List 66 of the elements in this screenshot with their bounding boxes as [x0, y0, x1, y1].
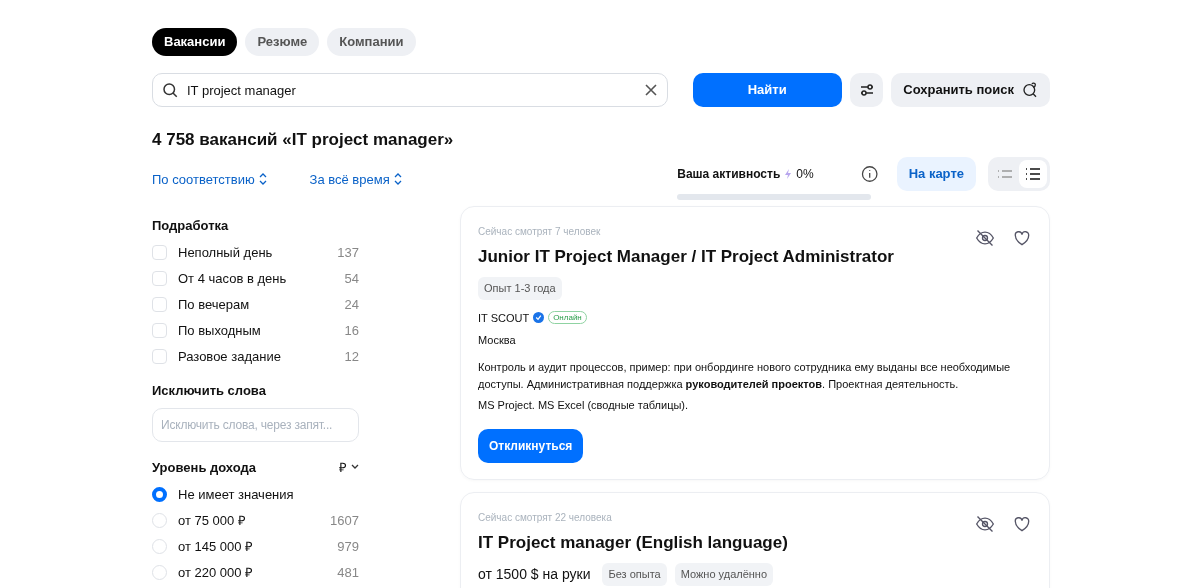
filter-option[interactable]: Не имеет значения [178, 484, 359, 505]
filter-option[interactable]: По выходным [178, 320, 345, 341]
chevron-icon [351, 464, 359, 471]
description: MS Project. MS Excel (сводные таблицы). [478, 397, 690, 413]
filter-option[interactable]: По вечерам [178, 294, 345, 315]
filter-option[interactable]: от 145 000 ₽ [178, 536, 338, 557]
nav-tab[interactable]: Вакансии [152, 28, 238, 56]
updown-icon [393, 173, 402, 186]
city: Москва [478, 333, 517, 348]
option-count: 54 [344, 269, 359, 288]
filter-option[interactable]: Неполный день [178, 242, 338, 263]
sort-dropdown[interactable]: По соответствию [152, 169, 310, 189]
option-count: 24 [344, 295, 359, 314]
option-count: 1607 [330, 511, 359, 530]
hidden-eye-icon[interactable] [975, 227, 995, 248]
vacancy-title[interactable]: IT Project manager (English language) [478, 529, 975, 555]
info-icon[interactable] [861, 164, 879, 183]
checkbox[interactable] [152, 245, 167, 260]
filter-option[interactable]: от 75 000 ₽ [178, 510, 331, 531]
activity-reading: 0% [796, 165, 814, 183]
checkbox[interactable] [152, 297, 167, 312]
radio-button[interactable] [152, 487, 167, 502]
option-count: 979 [337, 537, 359, 556]
search-field[interactable]: IT project manager [152, 73, 668, 107]
vacancy-title[interactable]: Junior IT Project Manager / IT Project Administrator [478, 243, 975, 269]
tag: Опыт 1-3 года [478, 277, 562, 300]
filter-title: Подработка [152, 216, 230, 235]
tag: Без опыта [602, 563, 667, 586]
viewers-note: Сейчас смотрят 22 человека [478, 510, 613, 525]
option-count: 16 [344, 321, 359, 340]
exclude-words-field[interactable]: Исключить слова, через запят... [152, 407, 359, 442]
currency-dropdown[interactable]: ₽ [339, 457, 359, 477]
sliders-icon [858, 82, 875, 98]
filter-option[interactable]: От 4 часов в день [178, 268, 345, 289]
updown-icon [258, 173, 267, 186]
filter-title: Исключить слова [152, 382, 267, 400]
list-icon [1025, 166, 1041, 181]
filter-title: Уровень дохода [152, 458, 257, 477]
filter-button[interactable] [849, 73, 884, 107]
option-count: 137 [337, 243, 359, 262]
salary: от 1500 $ на руки [478, 564, 591, 584]
nav-tab[interactable]: Компании [327, 28, 416, 56]
tag: Можно удалённо [674, 563, 774, 586]
checkbox[interactable] [152, 349, 167, 364]
company-name[interactable]: IT SCOUT [478, 309, 530, 326]
view-option[interactable] [1019, 159, 1047, 188]
option-count: 481 [337, 563, 359, 582]
lightning-icon [784, 168, 793, 179]
apply-button[interactable]: Откликнуться [478, 428, 584, 463]
map-button[interactable]: На карте [896, 156, 976, 191]
sort-dropdown[interactable]: За всё время [309, 169, 436, 189]
viewers-note: Сейчас смотрят 7 человек [478, 224, 602, 239]
checkbox[interactable] [152, 271, 167, 286]
search-button[interactable]: Найти [692, 73, 842, 107]
activity-label: Ваша активность [677, 165, 781, 183]
filter-option[interactable]: от 220 000 ₽ [178, 562, 338, 583]
results-heading: 4 758 вакансий «IT project manager» [152, 129, 455, 151]
nav-tab[interactable]: Резюме [245, 28, 320, 56]
filter-option[interactable]: Разовое задание [178, 346, 345, 367]
description: Контроль и аудит процессов, пример: при онбординге нового сотрудника ему выданы все необходимые доступы. Административная поддержка руководителей проектов. Проектная деятельность. [478, 359, 1012, 392]
close-icon[interactable] [643, 83, 658, 97]
search-icon [161, 81, 179, 99]
option-count: 12 [344, 347, 359, 366]
save-search-button[interactable]: Сохранить поиск [891, 73, 1050, 107]
checkbox[interactable] [152, 323, 167, 338]
hidden-eye-icon[interactable] [975, 513, 995, 534]
